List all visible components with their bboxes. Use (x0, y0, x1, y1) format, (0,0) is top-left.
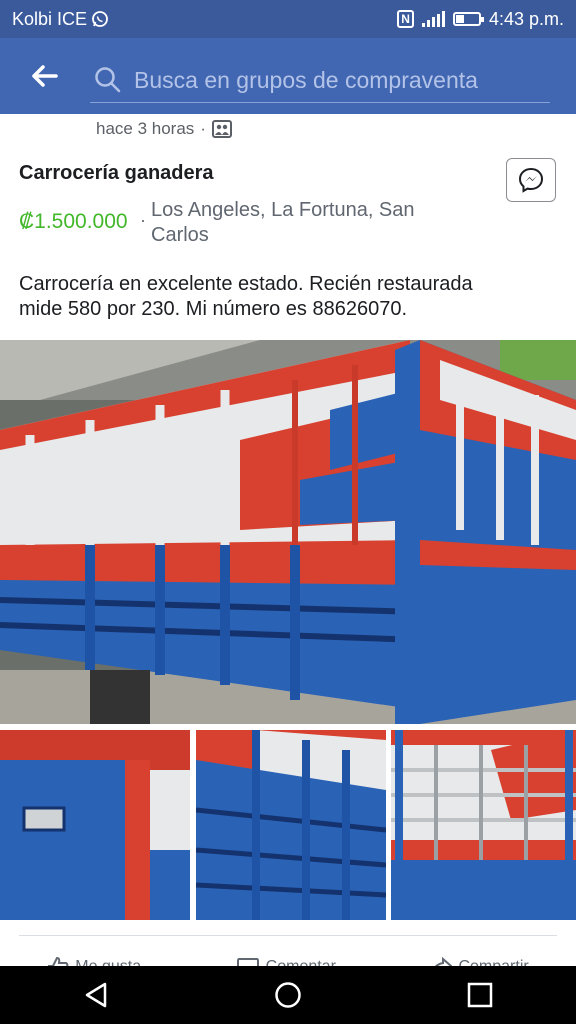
share-label: Compartir (458, 958, 528, 966)
divider (19, 935, 557, 936)
comment-icon (236, 958, 259, 966)
battery-icon (452, 12, 484, 26)
post-description: Carrocería en excelente estado. Recién r… (19, 273, 473, 320)
messenger-icon (518, 167, 544, 193)
clock: 4:43 p.m. (488, 8, 564, 29)
search-input[interactable]: Busca en grupos de compraventa (90, 58, 550, 103)
post-location: Los Angeles, La Fortuna, San Carlos (151, 199, 415, 246)
search-header: Busca en grupos de compraventa (0, 38, 576, 114)
like-label: Me gusta (75, 958, 141, 966)
message-button[interactable] (506, 158, 556, 202)
signal-icon (421, 11, 445, 27)
comment-button[interactable]: Comentar (236, 952, 336, 966)
truck-bed-photo (0, 340, 576, 724)
group-icon (211, 120, 232, 138)
navigation-bar (0, 966, 576, 1024)
whatsapp-icon (92, 11, 108, 27)
share-button[interactable]: Compartir (430, 952, 529, 966)
price-separator: · (140, 210, 146, 230)
post-time-text: hace 3 horas (96, 119, 195, 138)
carrier-name: Kolbi ICE (12, 8, 88, 29)
battery-fill (455, 15, 464, 23)
status-bar: Kolbi ICE N 4:43 p.m. (0, 0, 576, 38)
like-icon (48, 956, 69, 966)
back-arrow-icon (32, 65, 58, 87)
post-content: hace 3 horas · Carrocería ganadera ₡1.50… (0, 114, 576, 966)
like-button[interactable]: Me gusta (47, 952, 141, 966)
comment-label: Comentar (266, 958, 336, 966)
back-button[interactable] (0, 38, 88, 114)
status-left: Kolbi ICE (12, 9, 109, 30)
search-icon (95, 67, 121, 93)
truck-rear-photo (0, 730, 190, 920)
separator-dot: · (200, 119, 206, 138)
thumbnail-photo-3[interactable] (391, 730, 576, 920)
search-placeholder: Busca en grupos de compraventa (134, 66, 478, 93)
thumbnail-photo-1[interactable] (0, 730, 190, 920)
nav-recents-icon[interactable] (467, 982, 493, 1008)
main-photo[interactable] (0, 340, 576, 724)
post-title: Carrocería ganadera (19, 162, 214, 184)
status-right: N 4:43 p.m. (397, 9, 564, 30)
nav-home-icon[interactable] (274, 981, 302, 1009)
thumbnail-photo-2[interactable] (196, 730, 386, 920)
post-price: ₡1.500.000 (19, 210, 128, 233)
truck-front-photo (391, 730, 576, 920)
post-actions: Me gusta Comentar Compartir (0, 952, 576, 966)
nav-back-icon[interactable] (83, 981, 109, 1009)
share-icon (435, 956, 453, 966)
truck-side-photo (196, 730, 386, 920)
post-time: hace 3 horas · (96, 119, 232, 139)
nfc-icon: N (397, 10, 414, 28)
